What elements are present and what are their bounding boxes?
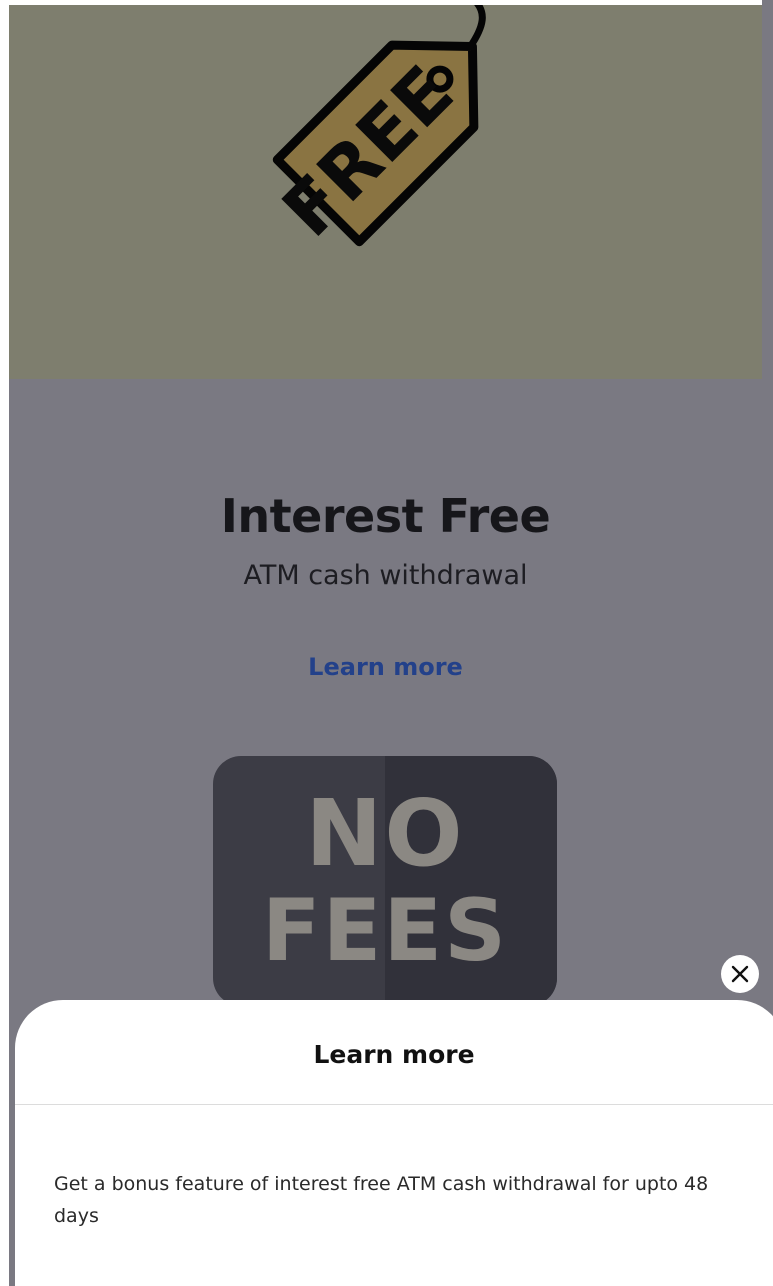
- hero-banner: FREE: [9, 5, 762, 379]
- feature-title: Interest Free: [220, 489, 551, 543]
- close-button[interactable]: [721, 955, 759, 993]
- sheet-title: Learn more: [313, 1040, 475, 1069]
- no-fees-line1: NO: [305, 780, 465, 887]
- sheet-divider: [15, 1104, 773, 1105]
- sheet-body-text: Get a bonus feature of interest free ATM…: [54, 1173, 709, 1227]
- feature-subtitle: ATM cash withdrawal: [243, 560, 528, 591]
- left-edge: [0, 0, 9, 1286]
- no-fees-line2: FEES: [261, 881, 509, 981]
- no-fees-icon: NO FEES: [213, 756, 557, 1006]
- close-icon: [731, 965, 749, 983]
- screen: FREE Interest Free ATM cash withdrawal L…: [0, 0, 773, 1286]
- learn-more-sheet: Learn more Get a bonus feature of intere…: [15, 1000, 773, 1286]
- price-tag-icon: FREE: [266, 5, 486, 253]
- learn-more-link[interactable]: Learn more: [9, 653, 762, 681]
